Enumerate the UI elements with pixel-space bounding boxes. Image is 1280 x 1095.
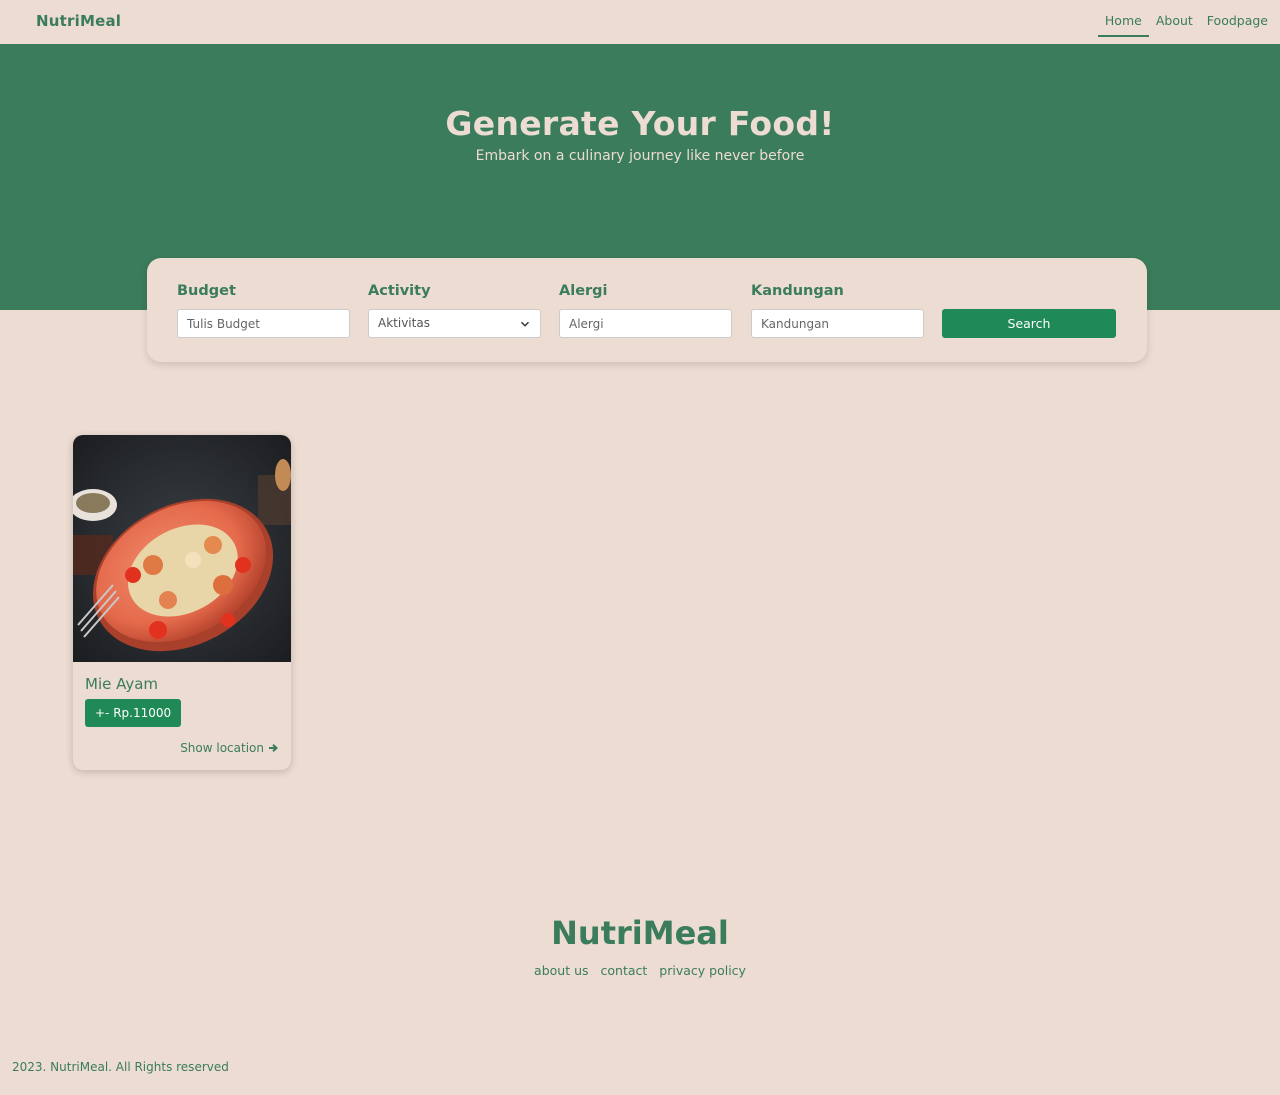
show-location-link[interactable]: Show location (180, 741, 278, 755)
footer-link-about-us[interactable]: about us (534, 963, 588, 978)
activity-selected-value: Aktivitas (378, 316, 430, 330)
nav-link-foodpage[interactable]: Foodpage (1206, 13, 1269, 28)
brand-logo[interactable]: NutriMeal (36, 12, 121, 30)
hero-subtitle: Embark on a culinary journey like never … (475, 148, 805, 164)
budget-input[interactable] (177, 309, 350, 338)
activity-label: Activity (368, 283, 431, 299)
show-location-label: Show location (180, 741, 264, 755)
chevron-down-icon (520, 321, 530, 327)
copyright-text: 2023. NutriMeal. All Rights reserved (12, 1060, 229, 1074)
food-card[interactable]: Mie Ayam +- Rp.11000 Show location (73, 435, 291, 770)
food-image (73, 435, 291, 662)
kandungan-label: Kandungan (751, 283, 844, 299)
price-badge: +- Rp.11000 (85, 699, 182, 727)
activity-select[interactable]: Aktivitas (368, 309, 541, 338)
footer-brand: NutriMeal (551, 914, 729, 952)
alergi-input[interactable] (559, 309, 732, 338)
navbar: NutriMeal Home About Foodpage (0, 0, 1280, 44)
nav-links: Home About Foodpage (1097, 13, 1269, 37)
nav-link-about[interactable]: About (1155, 13, 1194, 28)
footer-links: about us contact privacy policy (0, 963, 1280, 978)
footer-link-contact[interactable]: contact (601, 963, 648, 978)
hero-title: Generate Your Food! (445, 104, 835, 143)
kandungan-input[interactable] (751, 309, 924, 338)
arrow-right-icon (269, 744, 278, 752)
food-name: Mie Ayam (85, 675, 159, 693)
search-panel: Budget Activity Aktivitas Alergi Kandung… (147, 258, 1147, 362)
budget-label: Budget (177, 283, 236, 299)
nav-link-home[interactable]: Home (1097, 13, 1149, 37)
footer-link-privacy-policy[interactable]: privacy policy (659, 963, 746, 978)
alergi-label: Alergi (559, 283, 608, 299)
search-button[interactable]: Search (942, 309, 1116, 338)
